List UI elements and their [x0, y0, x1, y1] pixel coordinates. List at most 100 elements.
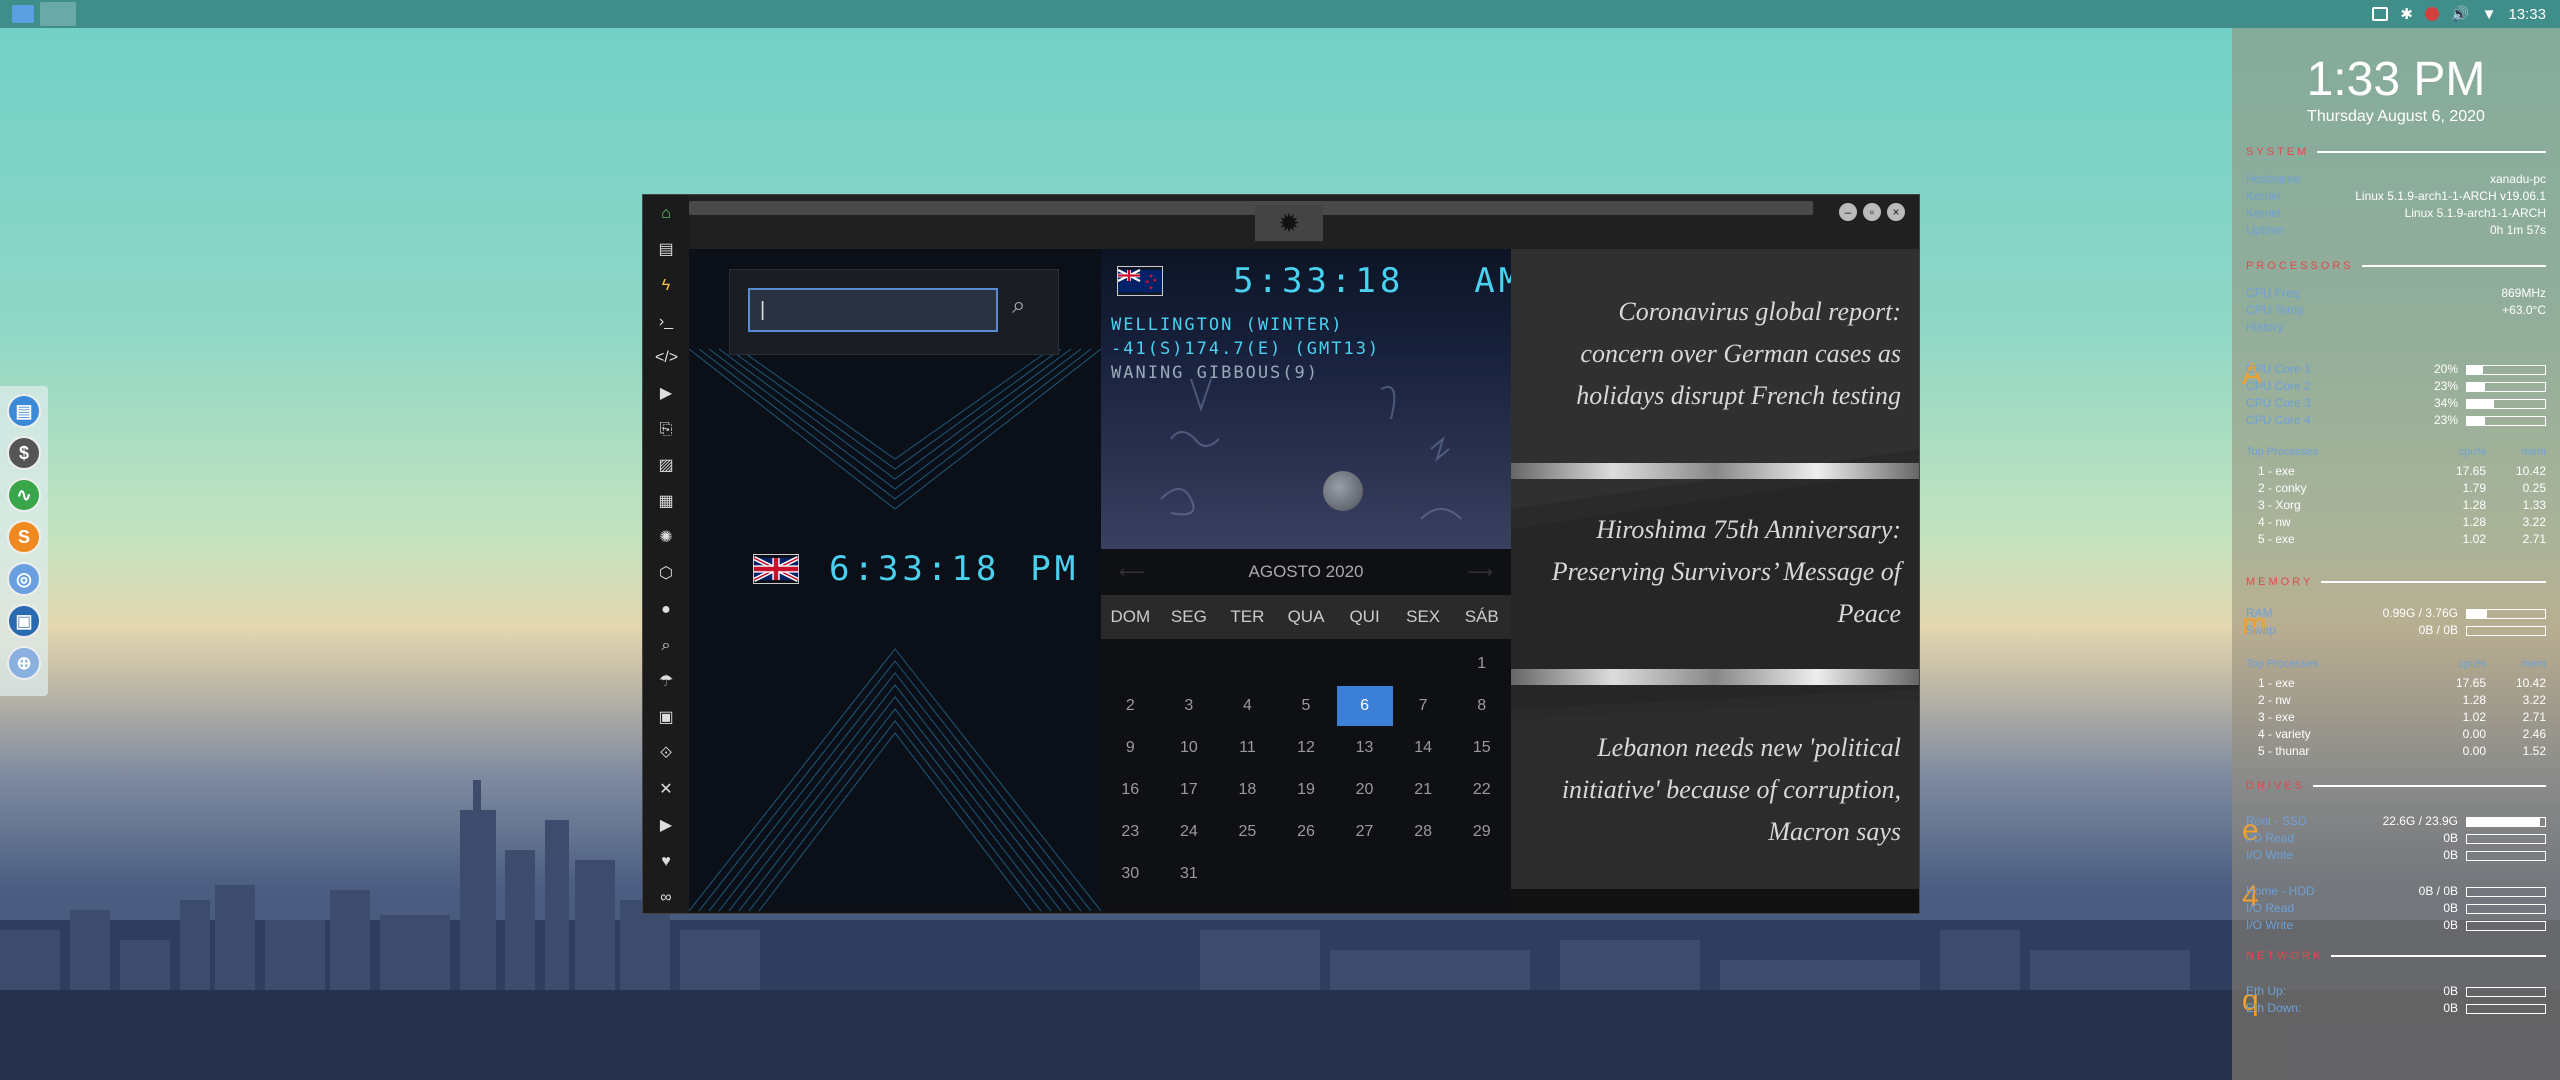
conky-key: Eth Up:	[2246, 984, 2287, 998]
conky-row: Eth Down: 0B	[2246, 1001, 2546, 1015]
news-panel: Coronavirus global report: concern over …	[1511, 249, 1919, 889]
section-network: NETWORK	[2246, 950, 2546, 962]
calendar-day[interactable]: 9	[1101, 727, 1160, 769]
code-icon[interactable]: </>	[655, 345, 678, 371]
news-item[interactable]: Lebanon needs new 'political initiative'…	[1511, 727, 1919, 853]
calendar-day[interactable]: 10	[1160, 727, 1219, 769]
conky-key: CPU Core 4	[2246, 413, 2311, 427]
calendar-day[interactable]: 6	[1335, 685, 1394, 727]
process-row: 2 - nw 1.28 3.22	[2258, 693, 2546, 707]
news-item[interactable]: Hiroshima 75th Anniversary: Preserving S…	[1511, 509, 1919, 635]
calendar-day[interactable]: 24	[1160, 811, 1219, 853]
wifi-icon[interactable]: ▼	[2482, 6, 2497, 23]
calendar-day[interactable]: 5	[1277, 685, 1336, 727]
calendar-day[interactable]: 28	[1394, 811, 1453, 853]
calendar-day[interactable]: 29	[1452, 811, 1511, 853]
bluetooth-icon[interactable]: ✱	[2400, 5, 2413, 23]
conky-value-wrap: 22.6G / 23.9G	[2383, 814, 2546, 828]
expand-icon[interactable]: ✕	[655, 777, 677, 803]
globe-icon[interactable]: ●	[655, 597, 677, 623]
contact-icon[interactable]: ▣	[655, 705, 677, 731]
calendar-day[interactable]: 21	[1394, 769, 1453, 811]
terminal-icon[interactable]: ›_	[655, 309, 677, 335]
minimize-button[interactable]: –	[1839, 203, 1857, 221]
calendar-day[interactable]: 16	[1101, 769, 1160, 811]
search-icon[interactable]: ⌕	[655, 633, 677, 659]
atom-icon[interactable]: ✺	[655, 525, 677, 551]
image-tray-icon[interactable]	[2372, 7, 2389, 21]
calendar-day[interactable]: 25	[1218, 811, 1277, 853]
calendar-day[interactable]: 15	[1452, 727, 1511, 769]
calendar-day[interactable]: 30	[1101, 853, 1160, 895]
sublime-app-icon[interactable]: S	[7, 520, 41, 554]
record-icon[interactable]	[2424, 7, 2439, 21]
conky-value-wrap: 0B / 0B	[2419, 884, 2546, 898]
calendar-day[interactable]: 31	[1160, 853, 1219, 895]
monitor-app-icon[interactable]: ∿	[7, 478, 41, 512]
calendar-day[interactable]: 14	[1394, 727, 1453, 769]
day-number: 25	[1238, 823, 1257, 840]
process-cell: 0.25	[2522, 481, 2546, 495]
conky-value-wrap: 23%	[2434, 413, 2546, 427]
bolt-icon[interactable]: ϟ	[655, 273, 677, 299]
calendar-day[interactable]: 20	[1335, 769, 1394, 811]
heart-icon[interactable]: ♥	[655, 849, 677, 875]
terminal-app-icon[interactable]: $	[7, 436, 41, 470]
screenshot-app-icon[interactable]: ▣	[7, 604, 41, 638]
calendar-day[interactable]: 1	[1452, 643, 1511, 685]
conky-row: I/O Write 0B	[2246, 848, 2546, 862]
calendar-day[interactable]: 23	[1101, 811, 1160, 853]
calendar-day[interactable]: 8	[1452, 685, 1511, 727]
calendar-day[interactable]: 3	[1160, 685, 1219, 727]
search-icon[interactable]: ⌕	[1012, 292, 1042, 322]
conky-value: Linux 5.1.9-arch1-1-ARCH v19.06.1	[2355, 189, 2546, 203]
calendar-day[interactable]: 27	[1335, 811, 1394, 853]
conky-key: CPU Temp	[2246, 303, 2304, 317]
umbrella-icon[interactable]: ☂	[655, 669, 677, 695]
prev-month-button[interactable]: ⟵	[1119, 562, 1145, 583]
calendar-day[interactable]: 12	[1277, 727, 1336, 769]
header-cell: cpu%	[2458, 446, 2486, 458]
calendar-day[interactable]: 18	[1218, 769, 1277, 811]
calendar-day[interactable]: 11	[1218, 727, 1277, 769]
next-month-button[interactable]: ⟶	[1467, 562, 1493, 583]
day-number: 31	[1179, 865, 1198, 882]
calendar-day[interactable]: 2	[1101, 685, 1160, 727]
chromium-app-icon[interactable]: ◎	[7, 562, 41, 596]
hexagon-icon[interactable]: ⬡	[655, 561, 677, 587]
globe-app-icon[interactable]: ⊕	[7, 646, 41, 680]
calendar-day[interactable]: 13	[1335, 727, 1394, 769]
search-input[interactable]	[748, 288, 998, 332]
calendar-day[interactable]: 4	[1218, 685, 1277, 727]
calendar-day[interactable]: 19	[1277, 769, 1336, 811]
divider	[1511, 463, 1919, 479]
calendar-day[interactable]: 22	[1452, 769, 1511, 811]
files-app-icon[interactable]: ▤	[7, 394, 41, 428]
play-icon[interactable]: ▶	[655, 381, 677, 407]
conky-row: Kernel Linux 5.1.9-arch1-1-ARCH	[2246, 206, 2546, 220]
calendar-day[interactable]: 17	[1160, 769, 1219, 811]
process-row: 3 - Xorg 1.28 1.33	[2258, 498, 2546, 512]
youtube-icon[interactable]: ▶	[655, 813, 677, 839]
news-icon[interactable]: ▦	[655, 489, 677, 515]
home-icon[interactable]: ⌂	[655, 201, 677, 227]
file-manager-icon[interactable]	[12, 5, 34, 23]
volume-icon[interactable]: 🔊	[2451, 5, 2470, 23]
day-number: 7	[1418, 697, 1428, 714]
document-icon[interactable]: ▤	[655, 237, 677, 263]
conky-value: 0B	[2443, 918, 2458, 932]
translate-icon[interactable]: ⎘	[655, 417, 677, 443]
top-processes-header: Top Processes cpu% mem	[2246, 446, 2546, 458]
clock[interactable]: 13:33	[2508, 6, 2546, 23]
calendar-day	[1277, 643, 1336, 685]
image-icon[interactable]: ▨	[655, 453, 677, 479]
maximize-button[interactable]: ▫	[1863, 203, 1881, 221]
link-icon[interactable]: ⟐	[655, 741, 677, 767]
close-button[interactable]: ×	[1887, 203, 1905, 221]
news-item[interactable]: Coronavirus global report: concern over …	[1511, 291, 1919, 417]
workspace-switcher[interactable]	[40, 2, 76, 26]
conky-row: Root - SSD 22.6G / 23.9G	[2246, 814, 2546, 828]
calendar-day[interactable]: 26	[1277, 811, 1336, 853]
calendar-day[interactable]: 7	[1394, 685, 1453, 727]
infinity-icon[interactable]: ∞	[655, 885, 677, 911]
